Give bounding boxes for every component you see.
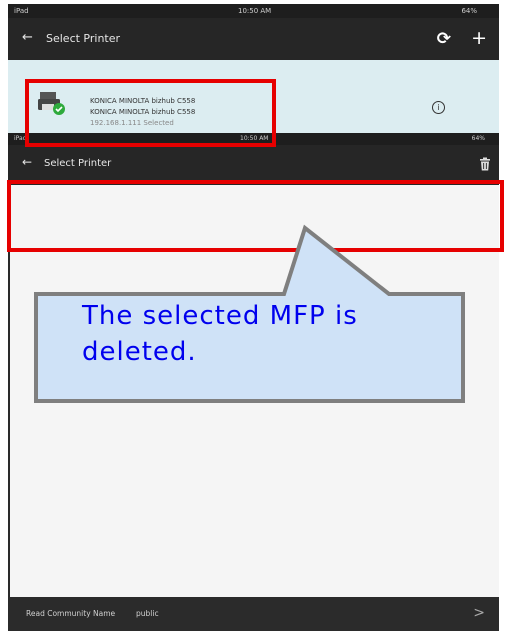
callout-line-1: The selected MFP is <box>82 301 358 331</box>
callout-line-2: deleted. <box>82 337 197 367</box>
callout-text: The selected MFP is deleted. <box>82 298 382 370</box>
